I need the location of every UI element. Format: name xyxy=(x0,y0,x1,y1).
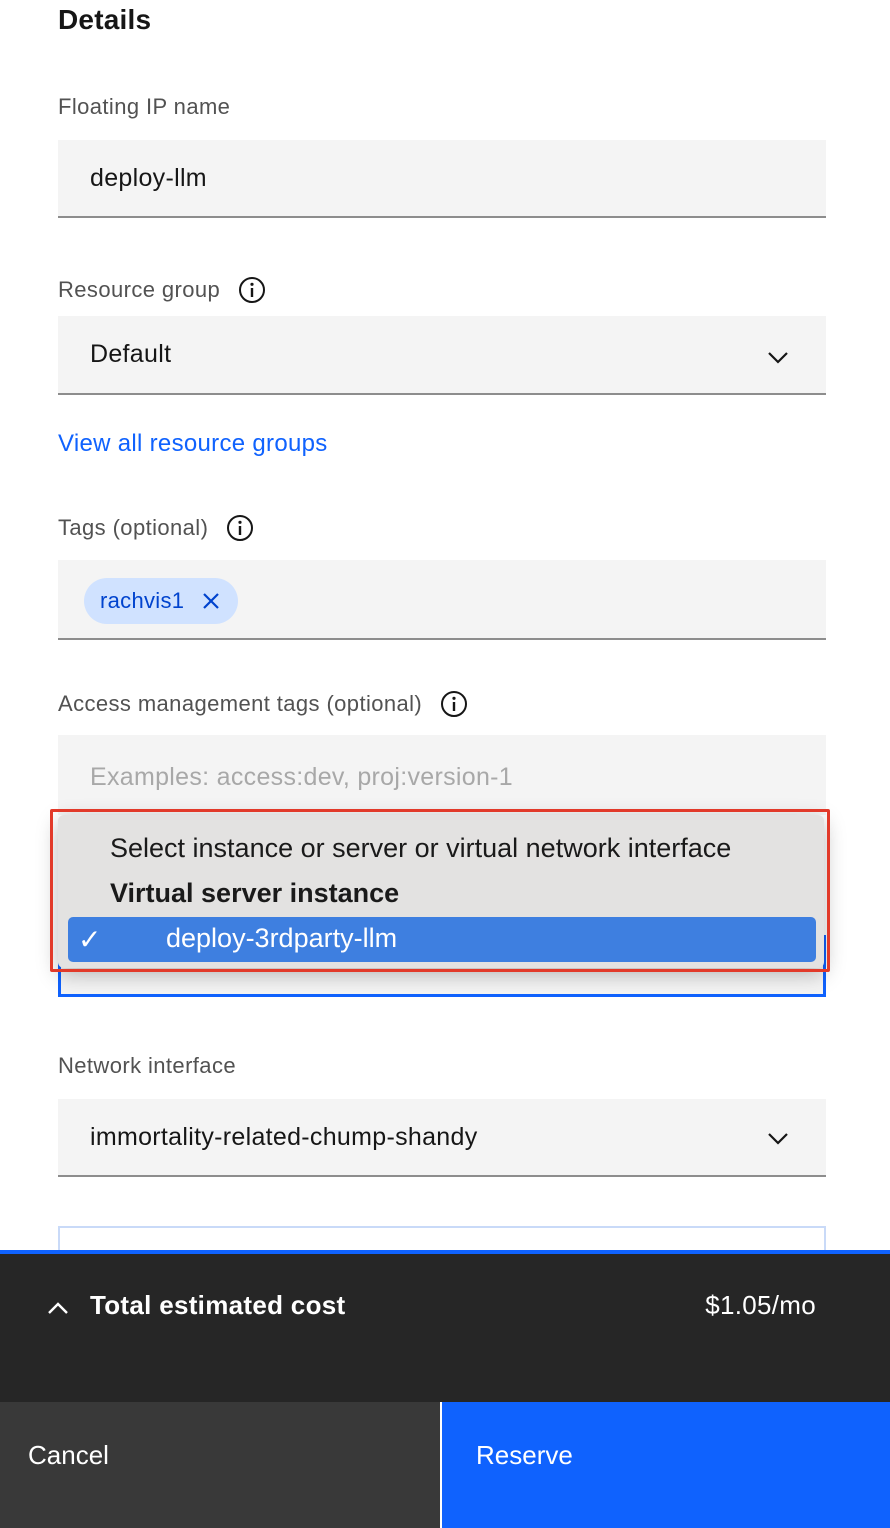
details-heading: Details xyxy=(58,4,152,35)
resource-group-value: Default xyxy=(90,340,172,368)
access-tags-label-text: Access management tags (optional) xyxy=(58,691,423,716)
floating-ip-label: Floating IP name xyxy=(58,94,230,120)
network-interface-value: immortality-related-chump-shandy xyxy=(90,1123,478,1151)
resource-group-label-text: Resource group xyxy=(58,277,221,302)
tags-input[interactable]: rachvis1 xyxy=(58,560,826,640)
chevron-up-icon[interactable] xyxy=(46,1296,70,1320)
access-tags-input[interactable]: Examples: access:dev, proj:version-1 xyxy=(58,735,826,815)
chevron-down-icon xyxy=(768,352,788,364)
cancel-button[interactable]: Cancel xyxy=(0,1402,440,1528)
cost-label: Total estimated cost xyxy=(90,1290,346,1320)
info-icon[interactable] xyxy=(440,690,468,718)
access-tags-label: Access management tags (optional) xyxy=(58,690,468,718)
close-icon[interactable] xyxy=(200,590,222,612)
tag-label: rachvis1 xyxy=(100,588,185,613)
network-interface-select[interactable]: immortality-related-chump-shandy xyxy=(58,1099,826,1177)
network-interface-label: Network interface xyxy=(58,1053,236,1079)
view-resource-groups-link[interactable]: View all resource groups xyxy=(58,430,328,458)
resource-group-label: Resource group xyxy=(58,276,266,304)
tags-label-text: Tags (optional) xyxy=(58,515,209,540)
network-interface-label-text: Network interface xyxy=(58,1053,236,1078)
tag-chip: rachvis1 xyxy=(84,578,239,624)
tags-label: Tags (optional) xyxy=(58,514,254,542)
floating-ip-value: deploy-llm xyxy=(90,164,207,192)
access-tags-placeholder: Examples: access:dev, proj:version-1 xyxy=(90,763,514,791)
cost-summary-bar[interactable]: Total estimated cost $1.05/mo xyxy=(0,1250,890,1402)
highlight-annotation-box xyxy=(50,809,830,972)
info-icon[interactable] xyxy=(226,514,254,542)
info-icon[interactable] xyxy=(238,276,266,304)
cancel-button-label: Cancel xyxy=(28,1440,109,1470)
resource-group-select[interactable]: Default xyxy=(58,316,826,395)
reserve-button-label: Reserve xyxy=(476,1440,573,1470)
chevron-down-icon xyxy=(768,1133,788,1145)
floating-ip-label-text: Floating IP name xyxy=(58,94,231,119)
floating-ip-input[interactable]: deploy-llm xyxy=(58,140,826,218)
cost-value: $1.05/mo xyxy=(705,1290,816,1320)
reserve-button[interactable]: Reserve xyxy=(442,1402,890,1528)
